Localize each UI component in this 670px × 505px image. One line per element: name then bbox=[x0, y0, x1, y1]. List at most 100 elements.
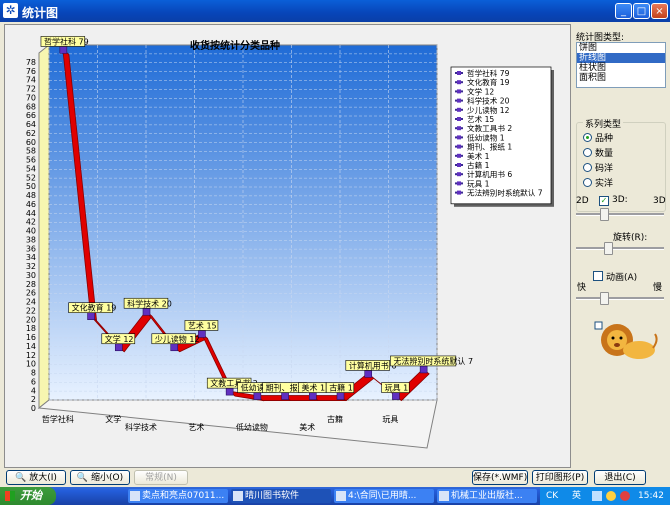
chart-type-item[interactable]: 柱状图 bbox=[577, 63, 665, 73]
y-tick-label: 2 bbox=[31, 395, 36, 404]
data-label-text: 哲学社科 79 bbox=[44, 36, 89, 46]
legend-marker bbox=[457, 144, 461, 149]
bottom-toolbar: 🔍 放大(I) 🔍 缩小(O) 常规(N) 保存(*.WMF) 打印图形(P) … bbox=[0, 468, 670, 487]
series-type-option-label: 实洋 bbox=[595, 179, 614, 189]
app-window-icon bbox=[130, 491, 140, 501]
data-point-marker bbox=[87, 312, 95, 320]
legend-entry: 文化教育 19 bbox=[467, 77, 510, 87]
y-tick-label: 40 bbox=[26, 227, 36, 236]
y-tick-label: 34 bbox=[26, 253, 36, 262]
series-type-option-label: 数量 bbox=[595, 149, 614, 159]
speed-slider[interactable] bbox=[576, 292, 664, 305]
slider-thumb[interactable] bbox=[600, 292, 609, 305]
language-indicator[interactable]: 英 bbox=[572, 487, 581, 505]
zoom-out-label: 缩小(O) bbox=[90, 473, 124, 483]
series-type-radio[interactable]: 数量 bbox=[583, 146, 613, 159]
data-label: 少儿读物 12 bbox=[151, 333, 200, 345]
data-point-marker bbox=[253, 392, 262, 400]
chart-type-item[interactable]: 折线图 bbox=[577, 53, 665, 63]
data-point-marker bbox=[142, 307, 151, 316]
legend-entry: 科学技术 20 bbox=[467, 96, 510, 106]
data-label-text: 古籍 1 bbox=[329, 383, 353, 393]
data-point-marker bbox=[225, 387, 234, 396]
label-3d: 3D bbox=[653, 196, 666, 206]
y-tick-label: 64 bbox=[26, 120, 36, 129]
legend-marker bbox=[457, 181, 461, 186]
y-tick-label: 70 bbox=[26, 93, 36, 102]
exit-button[interactable]: 退出(C) bbox=[594, 470, 646, 485]
series-type-radio[interactable]: 品种 bbox=[583, 131, 613, 144]
y-tick-label: 54 bbox=[26, 164, 36, 173]
tray-icon[interactable] bbox=[606, 491, 616, 501]
zoom-in-button[interactable]: 🔍 放大(I) bbox=[6, 470, 66, 485]
taskbar-task[interactable]: 卖点和亮点07011... bbox=[128, 489, 228, 503]
three-d-check-label: 3D: bbox=[612, 195, 628, 205]
y-tick-label: 68 bbox=[26, 102, 36, 111]
print-button[interactable]: 打印图形(P) bbox=[532, 470, 588, 485]
y-tick-label: 38 bbox=[26, 235, 36, 244]
data-point-marker bbox=[364, 370, 373, 378]
legend-marker bbox=[457, 172, 461, 177]
y-tick-label: 28 bbox=[26, 280, 36, 289]
data-label: 无法辨别时系统默认 7 bbox=[390, 355, 473, 367]
zoom-in-icon: 🔍 bbox=[15, 473, 27, 483]
data-label: 艺术 15 bbox=[184, 320, 219, 331]
data-label: 玩具 1 bbox=[381, 382, 410, 393]
data-point-marker bbox=[281, 392, 289, 400]
chart-type-list[interactable]: 饼图 折线图 柱状图 面积图 bbox=[576, 42, 666, 88]
legend-marker bbox=[457, 89, 461, 94]
legend-entry: 艺术 15 bbox=[467, 114, 494, 124]
legend-marker bbox=[457, 135, 461, 140]
legend-entry: 哲学社科 79 bbox=[467, 68, 510, 78]
chart-type-item[interactable]: 面积图 bbox=[577, 73, 665, 83]
tray-icon[interactable] bbox=[592, 491, 602, 501]
y-tick-label: 20 bbox=[26, 315, 36, 324]
slider-thumb[interactable] bbox=[600, 208, 609, 221]
series-type-radio[interactable]: 码洋 bbox=[583, 161, 613, 174]
y-tick-label: 74 bbox=[26, 76, 36, 85]
x-tick-label: 文学 bbox=[105, 414, 121, 424]
animate-checkbox[interactable]: 动画(A) bbox=[593, 270, 637, 283]
y-tick-label: 36 bbox=[26, 244, 36, 253]
tray-icon[interactable] bbox=[620, 491, 630, 501]
lion-mascot-icon bbox=[594, 321, 658, 359]
start-button[interactable]: 开始 bbox=[0, 487, 56, 505]
three-d-checkbox[interactable]: ✓ 3D: bbox=[599, 195, 628, 206]
rotate-slider[interactable] bbox=[576, 242, 664, 255]
chart-area: 0 2 4 6 8 10 12 14 16 18 20 22 24 26 28 30 32 34 36 38 40 42 4… bbox=[4, 24, 571, 468]
depth-slider[interactable] bbox=[576, 208, 664, 221]
legend-entry: 美术 1 bbox=[467, 151, 490, 161]
y-tick-label: 72 bbox=[26, 85, 36, 94]
y-tick-label: 30 bbox=[26, 271, 36, 280]
minimize-button[interactable]: _ bbox=[615, 3, 632, 19]
normal-button[interactable]: 常规(N) bbox=[134, 470, 188, 485]
series-type-radio[interactable]: 实洋 bbox=[583, 176, 613, 189]
series-type-option-label: 码洋 bbox=[595, 164, 614, 174]
y-tick-label: 14 bbox=[26, 342, 36, 351]
data-label: 计算机用书 6 bbox=[345, 360, 397, 371]
animate-label: 动画(A) bbox=[606, 273, 638, 283]
legend-entry: 低幼读物 1 bbox=[467, 132, 505, 142]
x-tick-label: 科学技术 bbox=[125, 422, 157, 432]
grid-app-icon: ✲ bbox=[3, 3, 18, 18]
y-tick-label: 58 bbox=[26, 147, 36, 156]
data-label-text: 计算机用书 6 bbox=[349, 360, 397, 370]
maximize-button[interactable]: □ bbox=[633, 3, 650, 19]
y-tick-label: 6 bbox=[31, 377, 36, 386]
taskbar-task[interactable]: 机械工业出版社... bbox=[437, 489, 537, 503]
zoom-in-label: 放大(I) bbox=[29, 473, 57, 483]
y-tick-label: 60 bbox=[26, 138, 36, 147]
y-tick-label: 16 bbox=[26, 333, 36, 342]
save-button[interactable]: 保存(*.WMF) bbox=[472, 470, 528, 485]
zoom-out-button[interactable]: 🔍 缩小(O) bbox=[70, 470, 130, 485]
data-label: 古籍 1 bbox=[325, 382, 355, 393]
taskbar-task[interactable]: 4:\合同\已用晴... bbox=[334, 489, 434, 503]
title-bar[interactable]: ✲ 统计图 _ □ × bbox=[0, 0, 670, 22]
x-tick-label: 艺术 bbox=[188, 422, 204, 432]
ime-indicator[interactable]: CK bbox=[546, 487, 558, 505]
chart-type-item[interactable]: 饼图 bbox=[577, 43, 665, 53]
data-point-marker bbox=[419, 365, 428, 374]
taskbar-task[interactable]: 晴川图书软件 bbox=[231, 489, 331, 503]
slider-thumb[interactable] bbox=[604, 242, 613, 255]
close-button[interactable]: × bbox=[651, 3, 668, 19]
